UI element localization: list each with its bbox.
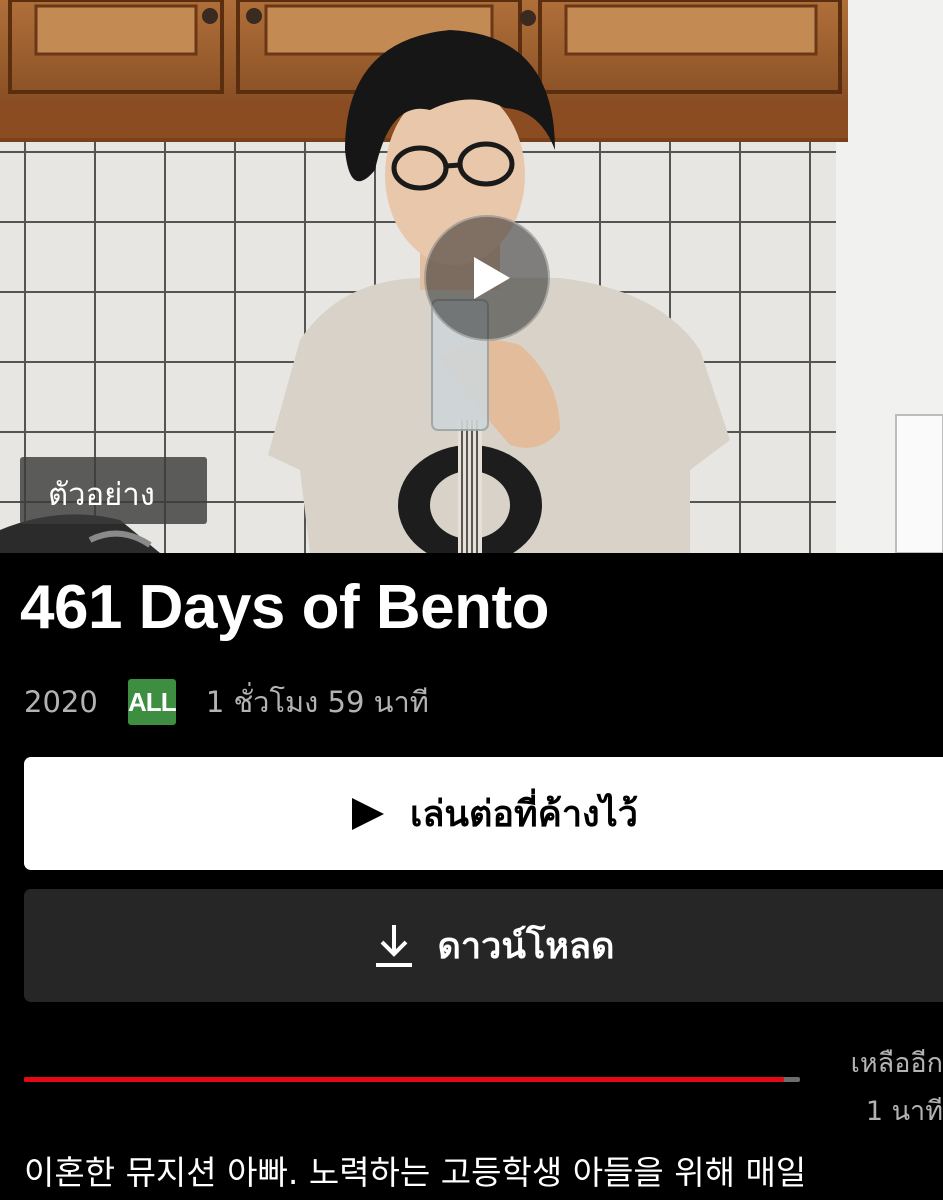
synopsis: 이혼한 뮤지션 아빠. 노력하는 고등학생 아들을 위해 매일 [24,1153,807,1192]
page-title: 461 Days of Bento [20,573,550,642]
download-button[interactable]: ดาวน์โหลด [24,889,943,1002]
preview-badge: ตัวอย่าง [20,457,207,524]
watch-progress-fill [24,1077,785,1082]
play-circle-icon [474,257,510,299]
trailer-preview[interactable]: ตัวอย่าง [0,0,943,553]
release-year: 2020 [24,685,98,719]
resume-button[interactable]: เล่นต่อที่ค้างไว้ [24,757,943,870]
download-icon [374,923,414,969]
time-remaining: เหลืออีก 1 นาที [820,1040,943,1136]
title-meta: 2020 ALL 1 ชั่วโมง 59 นาที [24,678,429,726]
download-label: ดาวน์โหลด [437,926,615,967]
time-remaining-value: 1 นาที [865,1096,943,1127]
watch-progress-bar [24,1077,800,1082]
play-icon [350,796,386,832]
time-remaining-label: เหลืออีก [850,1048,943,1079]
trailer-play-button[interactable] [424,215,550,341]
maturity-rating-badge: ALL [127,679,177,725]
runtime: 1 ชั่วโมง 59 นาที [205,685,429,719]
resume-label: เล่นต่อที่ค้างไว้ [410,794,638,835]
